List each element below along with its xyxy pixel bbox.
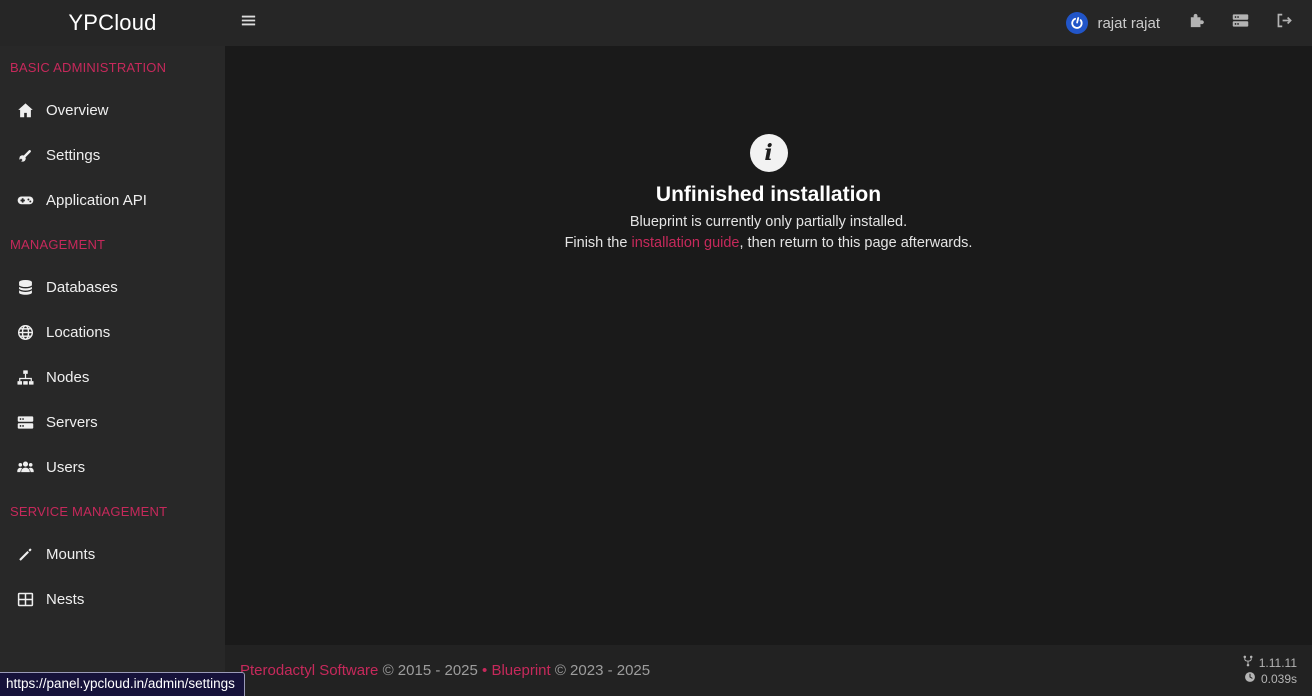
admin-sidebar: BASIC ADMINISTRATION Overview Settings A… xyxy=(0,46,225,696)
sidebar-item-users[interactable]: Users xyxy=(0,445,225,490)
globe-icon xyxy=(15,324,35,341)
panel-version: 1.11.11 xyxy=(1258,655,1297,670)
server-icon xyxy=(15,414,35,431)
browser-status-url: https://panel.ypcloud.in/admin/settings xyxy=(0,672,245,696)
footer: Pterodactyl Software © 2015 - 2025 • Blu… xyxy=(225,645,1312,696)
sidebar-section-service-management: SERVICE MANAGEMENT xyxy=(10,504,168,519)
sitemap-icon xyxy=(15,369,35,386)
code-fork-icon xyxy=(1242,655,1254,671)
puzzle-icon xyxy=(1188,12,1205,34)
home-icon xyxy=(15,102,35,119)
brand-logo[interactable]: YPCloud xyxy=(0,0,225,46)
servers-button[interactable] xyxy=(1218,0,1262,46)
install-status-line: Blueprint is currently only partially in… xyxy=(629,214,908,230)
footer-credits: Pterodactyl Software © 2015 - 2025 • Blu… xyxy=(240,662,650,679)
sidebar-item-nodes[interactable]: Nodes xyxy=(0,355,225,400)
sidebar-section-management: MANAGEMENT xyxy=(10,237,106,252)
sidebar-section-basic-administration: BASIC ADMINISTRATION xyxy=(10,60,167,75)
user-avatar xyxy=(1066,12,1089,34)
user-menu[interactable]: rajat rajat xyxy=(1066,12,1160,34)
instruction-suffix: , then return to this page afterwards. xyxy=(739,235,973,251)
user-name: rajat rajat xyxy=(1097,14,1160,32)
logout-icon xyxy=(1276,12,1293,34)
extensions-button[interactable] xyxy=(1174,0,1218,46)
render-time: 0.039s xyxy=(1260,671,1297,686)
info-icon: i xyxy=(749,134,788,172)
install-instruction-line: Finish the installation guide, then retu… xyxy=(225,233,1312,254)
gamepad-icon xyxy=(15,192,35,209)
sidebar-toggle-button[interactable] xyxy=(225,0,272,46)
logout-button[interactable] xyxy=(1262,0,1306,46)
wrench-icon xyxy=(15,147,35,164)
sidebar-item-locations[interactable]: Locations xyxy=(0,310,225,355)
grid-icon xyxy=(15,591,35,608)
sidebar-item-application-api[interactable]: Application API xyxy=(0,178,225,223)
sidebar-item-databases[interactable]: Databases xyxy=(0,265,225,310)
pterodactyl-copyright: © 2015 - 2025 xyxy=(378,662,483,679)
navbar-right: rajat rajat xyxy=(1066,0,1312,46)
sidebar-item-mounts[interactable]: Mounts xyxy=(0,532,225,577)
hamburger-icon xyxy=(241,13,256,33)
database-icon xyxy=(15,279,35,296)
sidebar-item-nests[interactable]: Nests xyxy=(0,577,225,622)
top-navbar: YPCloud rajat rajat xyxy=(0,0,1312,46)
power-icon xyxy=(1071,17,1084,29)
main-content: i Unfinished installation Blueprint is c… xyxy=(225,46,1312,645)
sidebar-item-settings[interactable]: Settings xyxy=(0,133,225,178)
magic-wand-icon xyxy=(15,546,35,563)
blueprint-link[interactable]: Blueprint xyxy=(491,662,550,679)
sidebar-item-overview[interactable]: Overview xyxy=(0,88,225,133)
page-title: Unfinished installation xyxy=(655,183,882,206)
installation-guide-link[interactable]: installation guide xyxy=(631,235,739,251)
instruction-prefix: Finish the xyxy=(564,235,632,251)
users-icon xyxy=(15,459,35,476)
footer-meta: 1.11.11 0.039s xyxy=(1242,655,1297,687)
server-icon xyxy=(1232,12,1249,34)
sidebar-item-servers[interactable]: Servers xyxy=(0,400,225,445)
clock-icon xyxy=(1244,671,1256,687)
pterodactyl-link[interactable]: Pterodactyl Software xyxy=(240,662,378,679)
blueprint-copyright: © 2023 - 2025 xyxy=(550,662,651,679)
